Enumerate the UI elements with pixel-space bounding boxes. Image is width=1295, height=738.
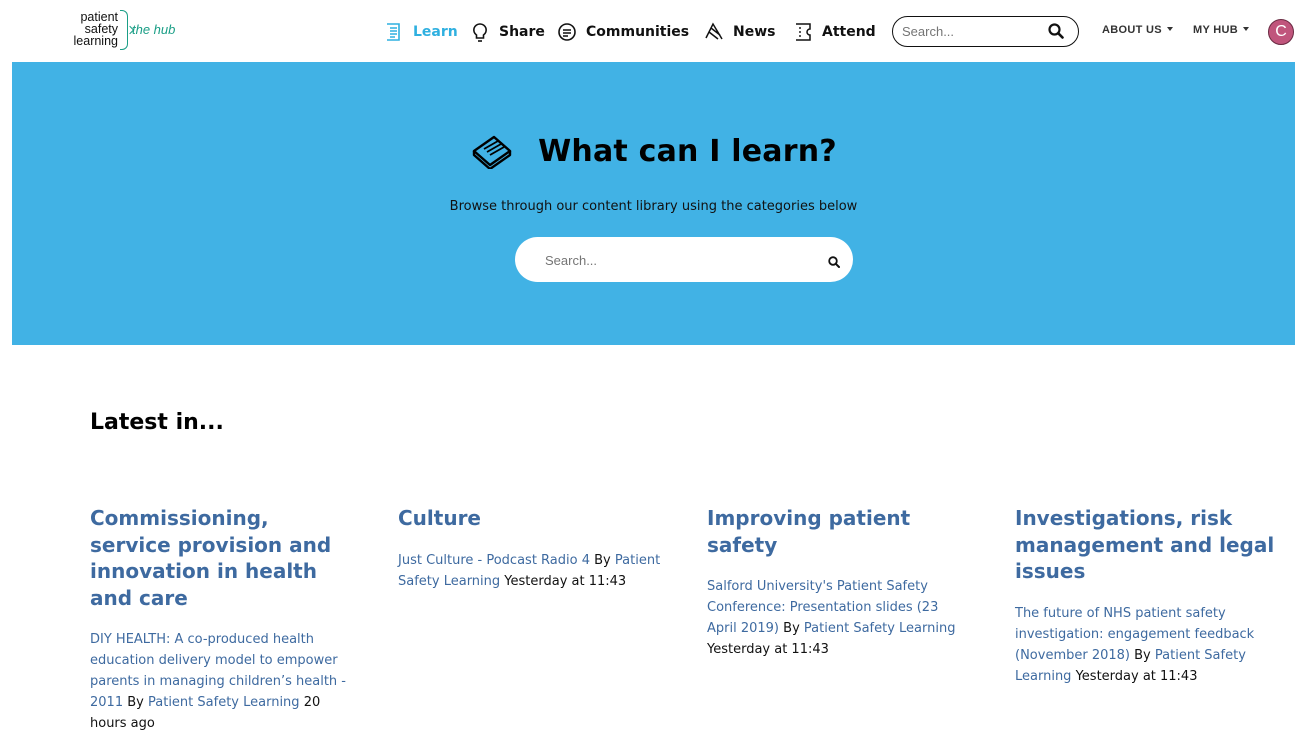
book-icon — [472, 135, 512, 169]
latest-item: Just Culture - Podcast Radio 4 By Patien… — [398, 550, 662, 592]
timestamp: Yesterday at 11:43 — [504, 573, 627, 589]
latest-item: Salford University's Patient Safety Conf… — [707, 576, 971, 660]
learn-icon — [387, 23, 400, 41]
author-link[interactable]: Patient Safety Learning — [148, 695, 300, 710]
page-title: What can I learn? — [538, 133, 837, 169]
section-title: Latest in... — [90, 410, 224, 435]
category-heading[interactable]: Investigations, risk management and lega… — [1015, 505, 1275, 585]
nav-learn[interactable]: Learn — [383, 20, 458, 44]
chevron-down-icon — [1166, 27, 1173, 32]
nav-attend[interactable]: Attend — [792, 20, 876, 44]
search-icon[interactable] — [1048, 23, 1064, 39]
latest-item: The future of NHS patient safety investi… — [1015, 603, 1275, 687]
by-label: By — [783, 621, 800, 636]
logo-line-3: learning — [73, 34, 118, 48]
category-heading[interactable]: Improving patient safety — [707, 505, 971, 558]
nav-news[interactable]: News — [703, 20, 775, 44]
header-search — [892, 16, 1079, 47]
category-column: Improving patient safety Salford Univers… — [707, 505, 971, 660]
logo-tagline: the hub — [132, 22, 176, 37]
logo[interactable]: patient safety learning the hub — [62, 9, 202, 53]
hero-heading-row: What can I learn? — [12, 128, 1295, 174]
nav-share[interactable]: Share — [469, 20, 545, 44]
hero-subtitle: Browse through our content library using… — [449, 199, 858, 214]
hero-search — [515, 237, 853, 282]
category-heading[interactable]: Commissioning, service provision and inn… — [90, 505, 354, 611]
item-link[interactable]: Just Culture - Podcast Radio 4 — [398, 553, 590, 568]
by-label: By — [1134, 647, 1151, 663]
chevron-down-icon — [1243, 27, 1249, 32]
nav-learn-label: Learn — [413, 24, 458, 40]
ticket-icon — [796, 23, 811, 41]
timestamp: Yesterday at 11:43 — [1075, 668, 1198, 684]
nav-attend-label: Attend — [822, 24, 876, 40]
nav-communities-label: Communities — [586, 24, 690, 40]
category-column: Culture Just Culture - Podcast Radio 4 B… — [398, 505, 662, 592]
nav-news-label: News — [733, 24, 776, 40]
category-heading[interactable]: Culture — [398, 505, 662, 532]
hero-banner: What can I learn? Browse through our con… — [12, 62, 1295, 345]
by-label: By — [594, 552, 611, 568]
timestamp: Yesterday at 11:43 — [707, 642, 829, 657]
news-icon — [705, 22, 723, 40]
nav-communities[interactable]: Communities — [556, 20, 689, 44]
about-us-label: ABOUT US — [1102, 24, 1162, 36]
logo-brace-icon — [120, 10, 128, 50]
search-icon[interactable] — [828, 256, 840, 268]
category-column: Investigations, risk management and lega… — [1015, 505, 1275, 687]
hero-search-input[interactable] — [545, 250, 795, 270]
chat-icon — [558, 23, 576, 41]
latest-item: DIY HEALTH: A co-produced health educati… — [90, 629, 354, 734]
about-us-dropdown[interactable]: ABOUT US — [1102, 24, 1173, 36]
by-label: By — [127, 695, 144, 710]
category-column: Commissioning, service provision and inn… — [90, 505, 354, 734]
header-search-input[interactable] — [902, 22, 1042, 40]
my-hub-dropdown[interactable]: MY HUB — [1193, 24, 1249, 36]
nav-share-label: Share — [499, 24, 545, 40]
my-hub-label: MY HUB — [1193, 24, 1238, 36]
avatar[interactable]: C — [1268, 19, 1294, 45]
lightbulb-icon — [473, 23, 487, 42]
author-link[interactable]: Patient Safety Learning — [804, 621, 956, 636]
site-header: patient safety learning the hub Learn Sh… — [0, 0, 1295, 62]
logo-wordmark: patient safety learning — [62, 11, 118, 48]
